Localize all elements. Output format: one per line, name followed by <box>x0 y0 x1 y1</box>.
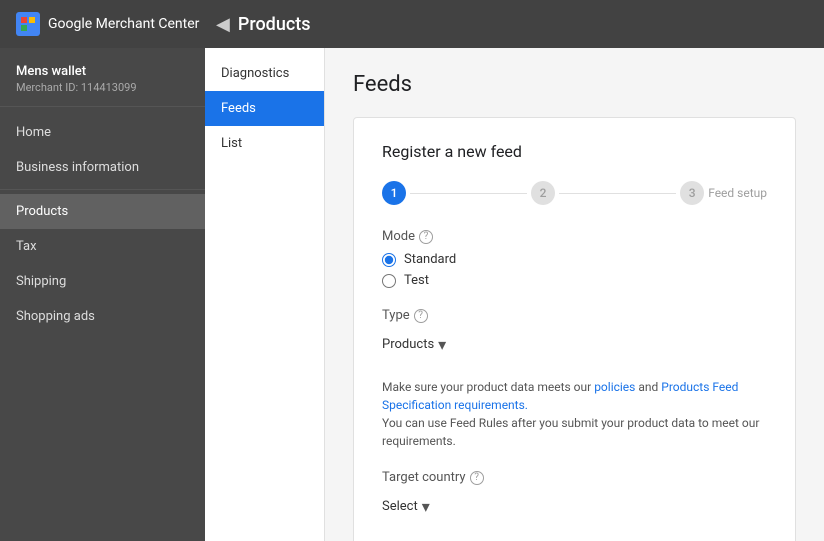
step-line-2 <box>559 193 676 194</box>
topbar: Google Merchant Center ◀ Products <box>0 0 824 48</box>
step-1-circle: 1 <box>382 181 406 205</box>
sidebar-item-shopping-ads[interactable]: Shopping ads <box>0 299 205 334</box>
target-country-dropdown[interactable]: Select ▾ <box>382 493 767 520</box>
type-section: Type ? Products ▾ <box>382 308 767 358</box>
account-name: Mens wallet <box>16 64 189 79</box>
mode-label: Mode ? <box>382 229 767 244</box>
sidebar: Mens wallet Merchant ID: 114413099 Home … <box>0 48 205 541</box>
step-3-label: Feed setup <box>708 186 767 200</box>
target-country-arrow-icon: ▾ <box>422 497 430 516</box>
mode-test-option[interactable]: Test <box>382 273 767 288</box>
sub-sidebar-item-diagnostics[interactable]: Diagnostics <box>205 56 324 91</box>
card-title: Register a new feed <box>382 142 767 161</box>
mode-standard-option[interactable]: Standard <box>382 252 767 267</box>
sub-sidebar-item-list[interactable]: List <box>205 126 324 161</box>
mode-test-label: Test <box>404 273 429 288</box>
logo-icon <box>16 12 40 36</box>
mode-test-radio[interactable] <box>382 274 396 288</box>
stepper: 1 2 3 Feed setup <box>382 181 767 205</box>
target-country-label: Target country ? <box>382 470 767 485</box>
account-id: Merchant ID: 114413099 <box>16 81 189 94</box>
target-country-help-icon[interactable]: ? <box>470 471 484 485</box>
page-header-title: Products <box>238 14 311 35</box>
mode-standard-label: Standard <box>404 252 456 267</box>
step-line-1 <box>410 193 527 194</box>
register-feed-card: Register a new feed 1 2 3 Feed setup Mod… <box>353 117 796 541</box>
type-label: Type ? <box>382 308 767 323</box>
sidebar-item-tax[interactable]: Tax <box>0 229 205 264</box>
main-layout: Mens wallet Merchant ID: 114413099 Home … <box>0 48 824 541</box>
mode-radio-group: Standard Test <box>382 252 767 288</box>
sub-sidebar-item-feeds[interactable]: Feeds <box>205 91 324 126</box>
sidebar-item-shipping[interactable]: Shipping <box>0 264 205 299</box>
feed-spec-link[interactable]: Products Feed Specification requirements… <box>382 380 738 412</box>
account-info: Mens wallet Merchant ID: 114413099 <box>0 48 205 107</box>
type-dropdown-arrow-icon: ▾ <box>438 335 446 354</box>
mode-section: Mode ? Standard Test <box>382 229 767 288</box>
sidebar-item-products[interactable]: Products <box>0 194 205 229</box>
step-2-circle: 2 <box>531 181 555 205</box>
sidebar-nav: Home Business information Products Tax S… <box>0 107 205 342</box>
sub-sidebar: Diagnostics Feeds List <box>205 48 325 541</box>
mode-help-icon[interactable]: ? <box>419 230 433 244</box>
page-title: Feeds <box>353 72 796 97</box>
type-help-icon[interactable]: ? <box>414 309 428 323</box>
app-title: Google Merchant Center <box>48 16 199 32</box>
info-text: Make sure your product data meets our po… <box>382 378 767 450</box>
sidebar-collapse-icon[interactable]: ◀ <box>216 14 230 35</box>
main-content: Feeds Register a new feed 1 2 3 Feed set… <box>325 48 824 541</box>
policies-link[interactable]: policies <box>594 380 635 394</box>
sidebar-divider <box>0 189 205 190</box>
mode-standard-radio[interactable] <box>382 253 396 267</box>
app-logo: Google Merchant Center <box>16 12 216 36</box>
step-3-circle: 3 <box>680 181 704 205</box>
target-country-value: Select <box>382 499 418 514</box>
type-dropdown[interactable]: Products ▾ <box>382 331 767 358</box>
target-country-section: Target country ? Select ▾ <box>382 470 767 520</box>
sidebar-item-business-information[interactable]: Business information <box>0 150 205 185</box>
content-area: Diagnostics Feeds List Feeds Register a … <box>205 48 824 541</box>
sidebar-item-home[interactable]: Home <box>0 115 205 150</box>
type-value: Products <box>382 337 434 352</box>
